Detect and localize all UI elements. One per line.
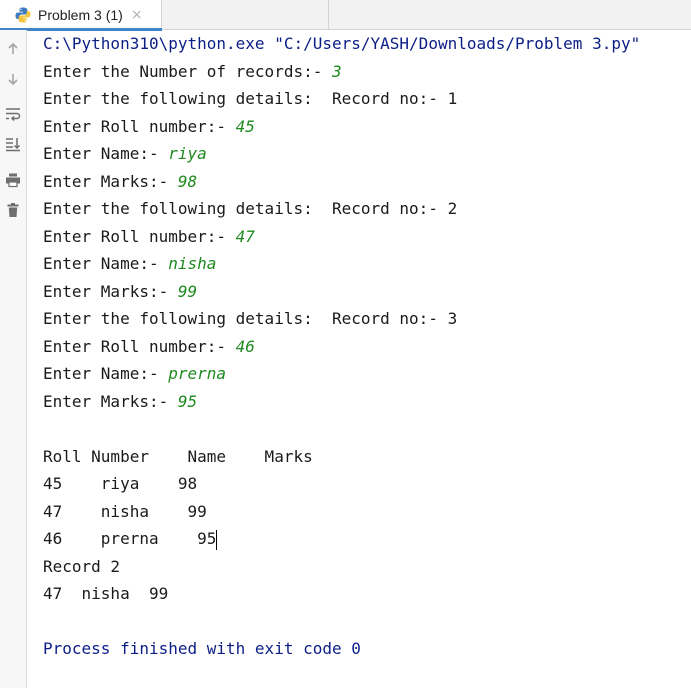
user-input: nisha [168, 254, 217, 273]
console-output[interactable]: C:\Python310\python.exe "C:/Users/YASH/D… [43, 30, 683, 663]
table-row: 47 nisha 99 [43, 501, 207, 521]
print-icon[interactable] [0, 169, 26, 191]
table-row: 45 riya 98 [43, 474, 198, 493]
console-line: Enter Marks:- 98 [43, 171, 198, 191]
console-line: Enter the Number of records:- 3 [43, 61, 342, 81]
table-row: 46 prerna 95 [43, 529, 218, 550]
user-input: 45 [235, 116, 255, 136]
record-title: Record 2 [43, 556, 121, 576]
user-input: 98 [177, 171, 198, 191]
arrow-down-icon[interactable] [0, 68, 26, 90]
console-line: Enter Roll number:- 47 [43, 226, 255, 246]
user-input: 95 [177, 391, 198, 411]
tab-problem-3[interactable]: Problem 3 (1) × [0, 0, 162, 31]
user-input: riya [168, 144, 207, 163]
tab-label: Problem 3 (1) [38, 7, 123, 23]
console-line: Enter Name:- prerna [43, 364, 227, 383]
table-header: Roll Number Name Marks [43, 446, 313, 466]
console-line: Enter Name:- nisha [43, 254, 217, 273]
user-input: 47 [235, 226, 255, 246]
run-command: C:\Python310\python.exe "C:/Users/YASH/D… [43, 34, 641, 53]
text-caret [216, 529, 218, 550]
console-line: Enter Roll number:- 46 [43, 336, 255, 356]
scroll-to-end-icon[interactable] [0, 133, 26, 155]
exit-message: Process finished with exit code 0 [43, 639, 361, 658]
user-input: 99 [177, 281, 198, 301]
tab-separator [328, 0, 329, 30]
tab-bar: Problem 3 (1) × [0, 0, 691, 31]
console-line: Enter Roll number:- 45 [43, 116, 255, 136]
record-line: 47 nisha 99 [43, 584, 169, 603]
console-line: Enter the following details: Record no:-… [43, 199, 458, 218]
console-line: Enter the following details: Record no:-… [43, 89, 458, 108]
python-icon [15, 7, 31, 23]
console-line: Enter Marks:- 99 [43, 281, 198, 301]
console-line: Enter the following details: Record no:-… [43, 309, 458, 328]
console-line: Enter Marks:- 95 [43, 391, 198, 411]
user-input: prerna [168, 364, 227, 383]
arrow-up-icon[interactable] [0, 38, 26, 60]
soft-wrap-icon[interactable] [0, 103, 26, 125]
console-toolbar [0, 30, 27, 688]
trash-icon[interactable] [0, 199, 26, 221]
console-line: Enter Name:- riya [43, 144, 207, 163]
user-input: 3 [331, 61, 342, 81]
user-input: 46 [235, 336, 255, 356]
close-icon[interactable]: × [131, 7, 143, 23]
